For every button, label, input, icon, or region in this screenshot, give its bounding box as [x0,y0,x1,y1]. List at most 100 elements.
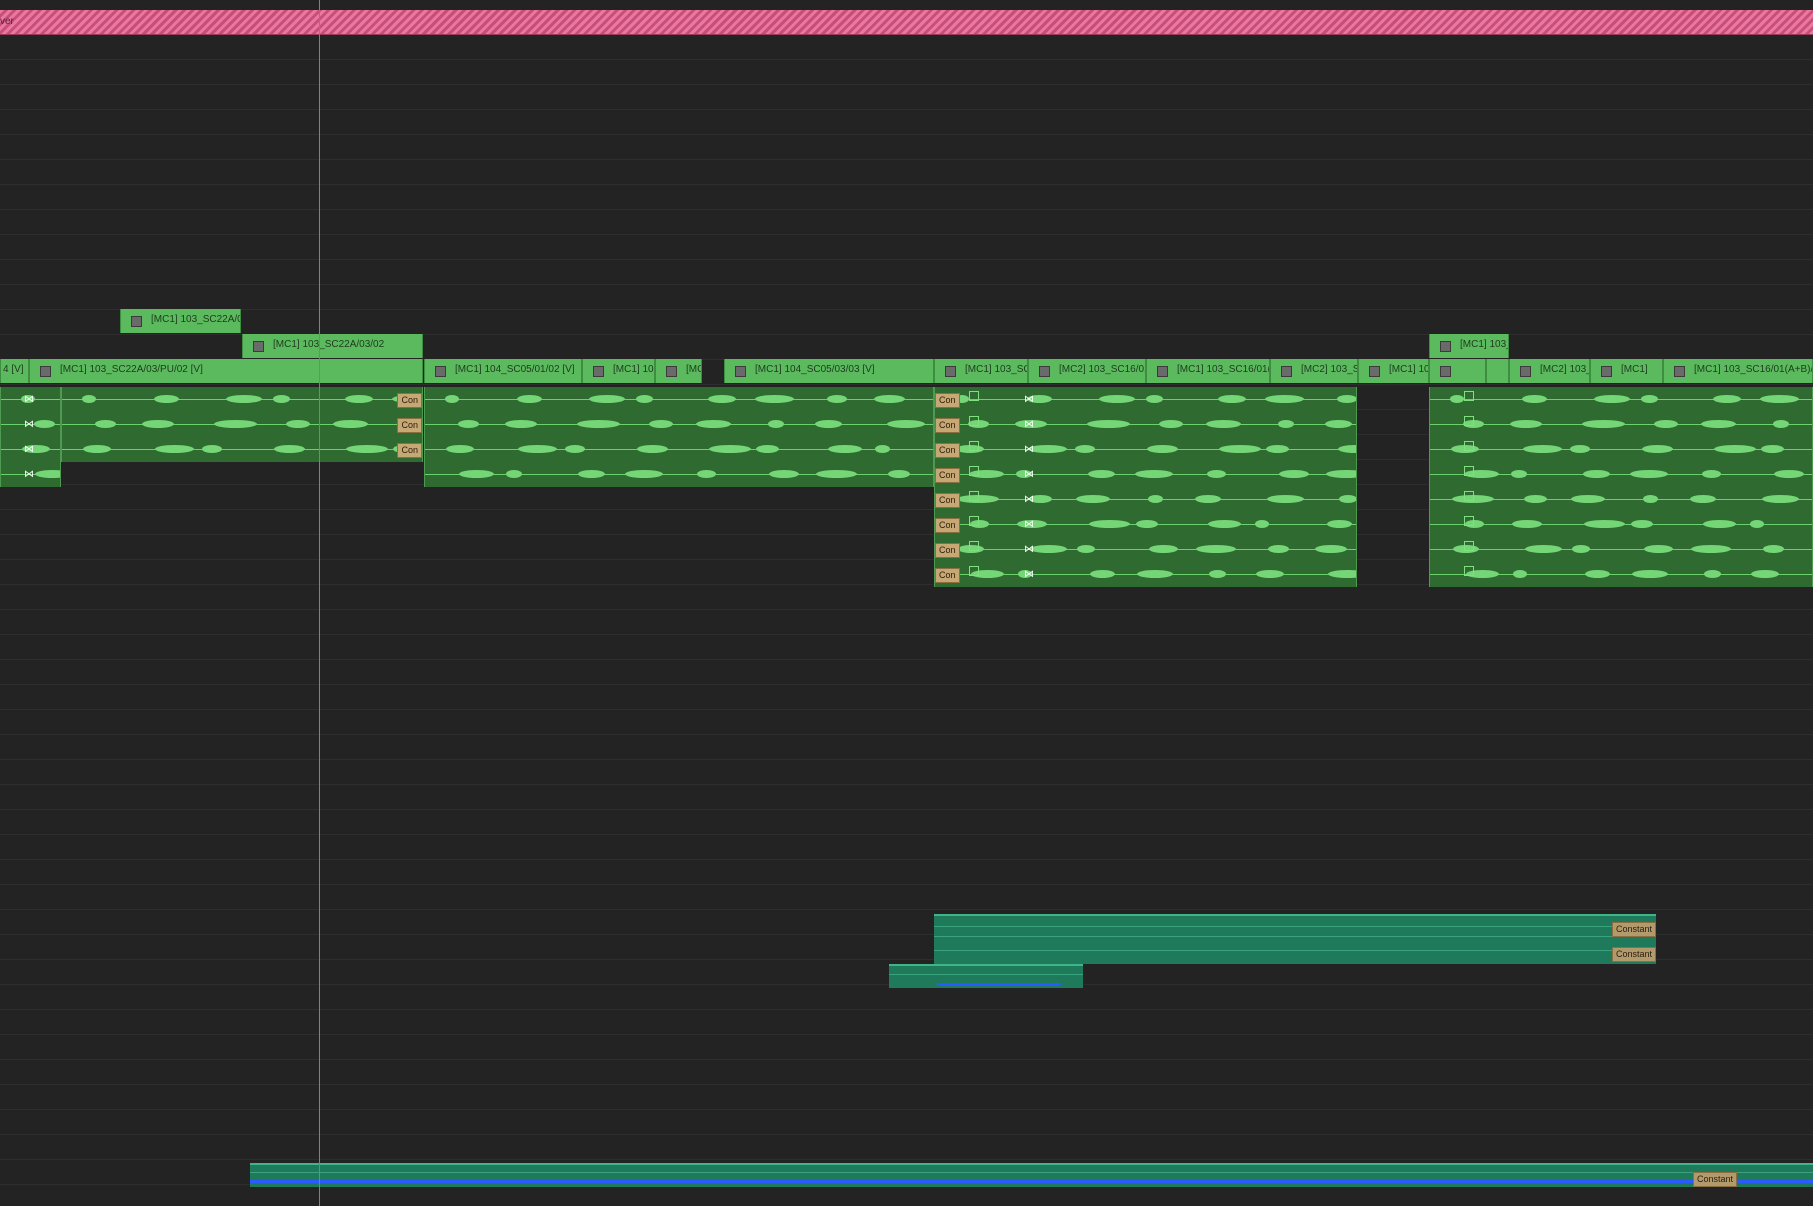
splice-marker-icon[interactable]: ⋈ [1024,545,1034,555]
waveform-peak [1195,495,1221,503]
waveform-peak [1327,520,1352,528]
video-clip[interactable]: [MC1] 103_SC22A/03/02 [242,334,423,358]
splice-marker-icon[interactable]: ⋈ [1024,520,1034,530]
work-area-bar[interactable]: ver [0,10,1813,35]
cons-gain-badge[interactable]: Con [935,568,960,583]
audio-clip[interactable] [1429,387,1813,587]
splice-marker-icon[interactable]: ⋈ [1024,420,1034,430]
fx-icon [131,316,142,327]
waveform-peak [1570,445,1590,453]
cons-gain-badge[interactable]: Con [935,468,960,483]
splice-marker-icon[interactable]: ⋈ [1024,495,1034,505]
volume-keyframe-line[interactable] [937,983,1061,986]
waveform-peak [756,445,779,453]
waveform-peak [154,395,179,403]
music-clip[interactable]: Constant [250,1163,1813,1187]
video-clip[interactable]: [MC1] 1 [655,359,702,383]
fx-icon [1464,441,1474,451]
video-clip[interactable]: [MC1] 103_SC [934,359,1028,383]
video-clip[interactable]: [MC1] 10 [1358,359,1429,383]
track-divider [0,1109,1813,1110]
video-clip[interactable]: [MC1] 104_SC05/03/03 [V] [724,359,934,383]
cons-gain-badge[interactable]: Con [935,443,960,458]
video-clip[interactable] [1429,359,1486,383]
cons-gain-badge[interactable]: Con [397,418,422,433]
splice-marker-icon[interactable]: ⋈ [1024,395,1034,405]
work-area-label: ver [0,16,14,27]
splice-marker-icon[interactable]: ⋈ [24,395,34,405]
fx-icon [1281,366,1292,377]
waveform-peak [1702,470,1721,478]
audio-clip[interactable]: Con Con Con Con Con Con Con Con [934,387,1357,587]
fx-icon [1674,366,1685,377]
playhead[interactable] [319,0,320,1206]
track-divider [0,384,1813,385]
track-divider [0,309,1813,310]
constant-gain-badge[interactable]: Constant [1611,922,1656,937]
video-clip[interactable]: [MC1] 103_ [1429,334,1509,358]
waveform-peak [1701,420,1736,428]
clip-name: [MC1] 10 [613,364,654,375]
audio-clip[interactable]: Con Con Con [61,387,423,462]
splice-marker-icon[interactable]: ⋈ [1024,570,1034,580]
timeline-panel[interactable]: ver [MC1] 103_SC22A/01 [MC1] 103_SC22A/0… [0,0,1813,1206]
music-clip[interactable]: Constant Constant [934,914,1656,964]
video-clip[interactable]: [MC1] 103_SC22A/03/PU/02 [V] [29,359,423,383]
video-clip[interactable]: [MC1] [1590,359,1663,383]
splice-marker-icon[interactable]: ⋈ [24,420,34,430]
waveform-peak [589,395,625,403]
waveform-peak [1208,520,1241,528]
audio-clip[interactable] [424,387,934,487]
video-clip[interactable]: [MC2] 103_S [1509,359,1590,383]
cons-gain-badge[interactable]: Con [935,418,960,433]
waveform-peak [202,445,222,453]
waveform-peak [1256,570,1284,578]
cons-gain-badge[interactable]: Con [397,443,422,458]
video-clip[interactable]: [MC1] 103_SC16/01(A+B)/04 [1663,359,1813,383]
waveform-peak [1315,545,1347,553]
video-clip[interactable]: [MC2] 103_S [1270,359,1358,383]
waveform-peak [875,445,890,453]
video-clip[interactable]: [MC1] 103_SC22A/01 [120,309,241,333]
fx-icon [1601,366,1612,377]
waveform-peak [636,395,653,403]
cons-gain-badge[interactable]: Con [935,393,960,408]
waveform-peak [1137,570,1173,578]
waveform-peak [697,470,716,478]
video-clip[interactable]: [MC2] 103_SC16/01 [1028,359,1146,383]
track-divider [0,884,1813,885]
cons-gain-badge[interactable]: Con [935,493,960,508]
splice-marker-icon[interactable]: ⋈ [1024,445,1034,455]
splice-marker-icon[interactable]: ⋈ [24,445,34,455]
waveform-peak [1644,545,1673,553]
waveform-peak [827,395,847,403]
video-clip[interactable]: 4 [V] [0,359,29,383]
waveform-peak [1510,420,1542,428]
waveform-peak [578,470,605,478]
waveform-peak [1630,470,1668,478]
waveform-peak [649,420,673,428]
video-clip[interactable]: [MC1] 10 [582,359,655,383]
waveform-peak [1089,520,1130,528]
cons-gain-badge[interactable]: Con [935,543,960,558]
waveform-peak [1196,545,1236,553]
video-clip[interactable]: [MC1] 104_SC05/01/02 [V] [424,359,582,383]
volume-keyframe-line[interactable] [250,1180,1813,1183]
waveform-peak [1582,420,1625,428]
constant-gain-badge[interactable]: Constant [1692,1172,1737,1187]
waveform-peak [346,445,388,453]
waveform-peak [1691,545,1731,553]
waveform-peak [755,395,794,403]
cons-gain-badge[interactable]: Con [935,518,960,533]
cons-gain-badge[interactable]: Con [397,393,422,408]
music-clip[interactable] [889,964,1083,988]
splice-marker-icon[interactable]: ⋈ [24,470,34,480]
fx-icon [1464,466,1474,476]
track-divider [0,109,1813,110]
waveform-peak [696,420,731,428]
constant-gain-badge[interactable]: Constant [1611,947,1656,962]
video-clip[interactable]: [MC1] 103_SC16/01(A [1146,359,1270,383]
splice-marker-icon[interactable]: ⋈ [1024,470,1034,480]
waveform-peak [1773,420,1789,428]
video-clip[interactable] [1486,359,1509,383]
